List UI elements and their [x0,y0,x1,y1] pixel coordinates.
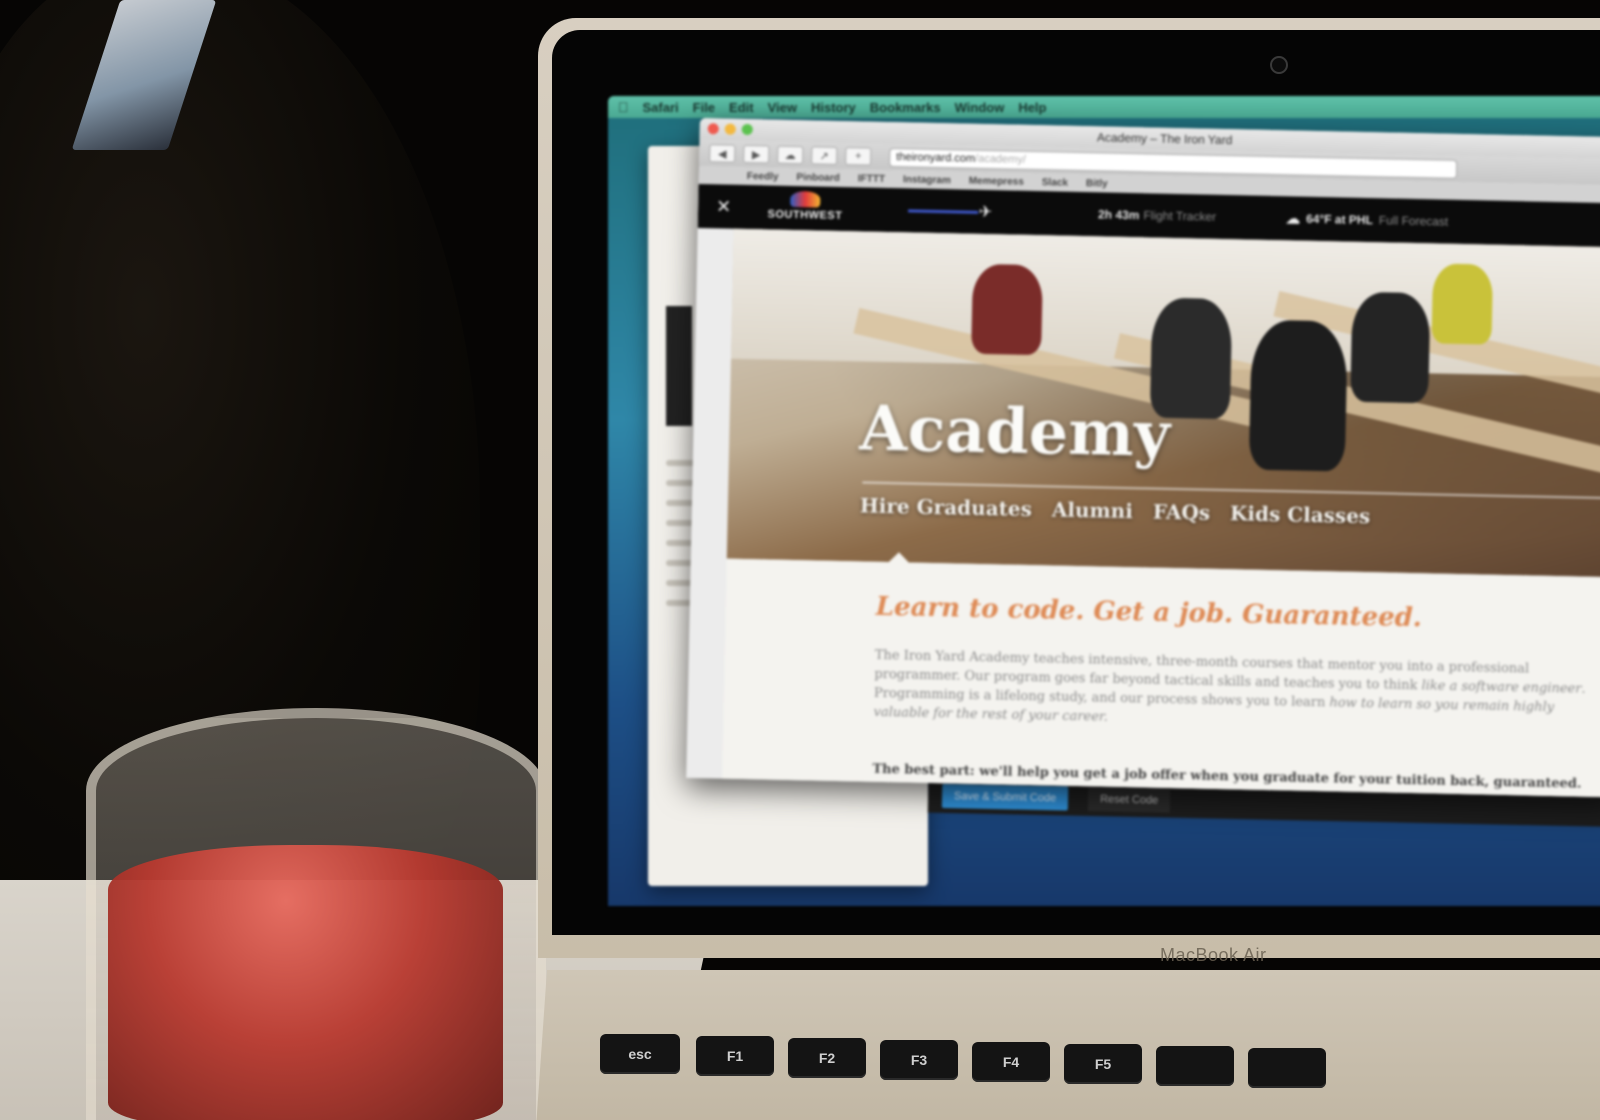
key-f5[interactable]: F5 [1064,1044,1142,1084]
laptop-brand-label: MacBook Air [1160,945,1267,965]
hero-subnav: Hire Graduates Alumni FAQs Kids Classes [860,493,1371,528]
back-icon[interactable]: ◀ [709,144,736,163]
window-controls [707,123,753,136]
photo-scene: MacBook Air esc F1 F2 F3 F4 F5  Safari … [0,0,1600,1120]
share-icon[interactable]: ↗ [811,146,838,165]
keyboard: esc F1 F2 F3 F4 F5 [592,1028,1600,1120]
hero-banner: Academy Hire Graduates Alumni FAQs Kids … [726,228,1600,578]
student-figure [1431,263,1494,345]
mac-menubar:  Safari File Edit View History Bookmark… [608,96,1600,118]
menu-edit[interactable]: Edit [729,100,754,115]
flight-progress-bar: ✈ [908,203,992,221]
weather-cloud-icon: ☁ [1285,209,1301,227]
url-path: /academy/ [974,152,1026,166]
save-submit-button[interactable]: Save & Submit Code [941,783,1069,811]
menu-history[interactable]: History [811,100,856,115]
menu-view[interactable]: View [768,100,797,115]
student-figure [1350,291,1431,404]
menu-help[interactable]: Help [1018,100,1046,115]
nav-faqs[interactable]: FAQs [1153,500,1211,525]
weather-value: 64°F at PHL [1305,211,1374,228]
add-icon[interactable]: + [845,147,872,166]
southwest-logo: SOUTHWEST [760,190,851,226]
zoom-window-icon[interactable] [741,123,753,136]
close-icon[interactable]: ✕ [716,196,746,218]
bookmark-item[interactable]: Memepress [969,175,1024,187]
bookmark-item[interactable]: Slack [1042,177,1068,189]
key-f1[interactable]: F1 [696,1036,774,1076]
minimize-window-icon[interactable] [724,123,736,135]
intro-emphasis: like a software engineer [1421,678,1582,697]
menu-window[interactable]: Window [955,100,1005,115]
reset-code-button[interactable]: Reset Code [1087,786,1171,813]
tagline: Learn to code. Get a job. Guaranteed. [875,591,1423,634]
apple-icon[interactable]:  [618,99,629,115]
key-f4[interactable]: F4 [972,1042,1050,1082]
key-f6[interactable] [1156,1046,1234,1086]
window-title: Academy – The Iron Yard [1096,130,1233,148]
forecast-link[interactable]: Full Forecast [1379,213,1449,228]
student-figure [1248,319,1348,472]
student-figure [971,263,1043,356]
flight-time-remaining[interactable]: 2h 43m Flight Tracker [1098,207,1216,223]
bookmark-item[interactable]: Bitly [1086,178,1108,189]
webcam-icon [1270,56,1288,74]
logo-wordmark: SOUTHWEST [767,208,843,223]
url-host: theironyard.com [896,151,976,165]
menu-bookmarks[interactable]: Bookmarks [870,100,941,115]
bookmark-item[interactable]: Instagram [903,174,951,186]
drink [108,845,503,1120]
key-f7[interactable] [1248,1048,1326,1088]
bookmark-item[interactable]: Feedly [747,170,779,182]
menu-file[interactable]: File [693,100,715,115]
nav-hire-graduates[interactable]: Hire Graduates [860,493,1032,521]
forward-icon[interactable]: ▶ [743,144,770,164]
intro-section: Learn to code. Get a job. Guaranteed. Th… [721,552,1600,798]
flight-time-value: 2h 43m [1097,207,1140,223]
key-f3[interactable]: F3 [880,1040,958,1080]
menu-safari[interactable]: Safari [643,100,679,115]
icloud-tabs-icon[interactable]: ☁ [777,145,804,165]
key-esc[interactable]: esc [600,1034,680,1074]
airplane-icon: ✈ [978,203,993,221]
section-notch [886,552,911,565]
heart-logo-icon [790,190,821,208]
nav-alumni[interactable]: Alumni [1052,497,1133,523]
bookmark-item[interactable]: IFTTT [858,173,885,185]
page-title: Academy [858,391,1171,471]
bookmark-item[interactable]: Pinboard [796,172,840,184]
flight-tracker-link[interactable]: Flight Tracker [1143,208,1216,224]
key-f2[interactable]: F2 [788,1038,866,1078]
laptop-screen:  Safari File Edit View History Bookmark… [608,96,1600,906]
close-window-icon[interactable] [707,123,719,135]
nav-kids-classes[interactable]: Kids Classes [1230,501,1371,528]
destination-weather[interactable]: ☁ 64°F at PHL Full Forecast [1286,210,1449,230]
intro-paragraph: The Iron Yard Academy teaches intensive,… [873,646,1594,737]
background-sidebar [666,306,692,426]
safari-window: Academy – The Iron Yard ◀ ▶ ☁ ↗ + theiro… [686,118,1600,798]
